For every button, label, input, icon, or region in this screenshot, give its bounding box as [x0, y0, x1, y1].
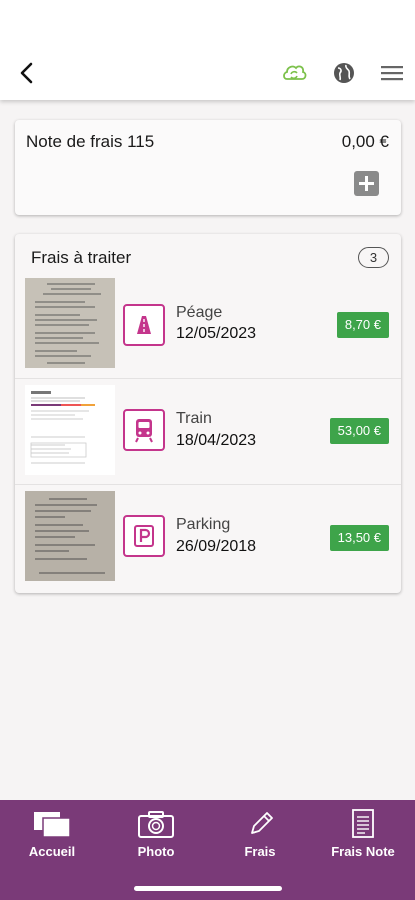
home-indicator[interactable]	[134, 886, 282, 891]
expense-date: 26/09/2018	[176, 538, 257, 555]
receipt-thumbnail[interactable]	[25, 491, 115, 581]
nav-item-frais-note[interactable]: Frais Note	[322, 800, 404, 870]
note-total-amount: 0,00 €	[341, 132, 389, 151]
nav-item-frais[interactable]: Frais	[220, 800, 300, 870]
pencil-icon	[251, 812, 273, 834]
document-icon	[352, 809, 374, 838]
top-app-bar	[0, 0, 415, 100]
nav-item-photo[interactable]: Photo	[115, 800, 197, 870]
add-expense-button[interactable]	[354, 171, 379, 196]
pending-count-badge: 3	[358, 247, 389, 268]
nav-label: Frais Note	[331, 844, 395, 859]
parking-icon	[123, 515, 165, 557]
bottom-navigation: Accueil Photo Frais Frais Note	[0, 800, 415, 900]
expense-category: Parking	[176, 516, 231, 533]
home-cards-icon	[34, 812, 71, 838]
nav-item-accueil[interactable]: Accueil	[11, 800, 93, 870]
expense-category: Train	[176, 410, 212, 427]
chevron-left-icon[interactable]	[14, 60, 40, 86]
expense-row[interactable]: Train 18/04/2023 53,00 €	[15, 378, 401, 484]
expense-date: 12/05/2023	[176, 325, 257, 342]
pending-expenses-card: Frais à traiter 3 Péage 12/05/2023 8,70 …	[15, 234, 401, 593]
expense-note-card[interactable]: Note de frais 115 0,00 €	[15, 120, 401, 215]
receipt-thumbnail[interactable]	[25, 385, 115, 475]
expense-amount-badge: 13,50 €	[329, 525, 389, 551]
highway-icon	[123, 304, 165, 346]
cloud-sync-icon[interactable]	[281, 60, 307, 86]
train-icon	[123, 409, 165, 451]
expense-row[interactable]: Parking 26/09/2018 13,50 €	[15, 484, 401, 590]
pending-section-title: Frais à traiter	[31, 248, 132, 267]
globe-icon[interactable]	[331, 60, 357, 86]
expense-amount-badge: 8,70 €	[336, 312, 389, 338]
hamburger-menu-icon[interactable]	[379, 60, 405, 86]
nav-label: Frais	[244, 844, 276, 859]
expense-amount-badge: 53,00 €	[329, 418, 389, 444]
nav-label: Photo	[137, 844, 175, 859]
expense-date: 18/04/2023	[176, 432, 257, 449]
nav-label: Accueil	[28, 844, 76, 859]
camera-icon	[138, 811, 174, 838]
note-title: Note de frais 115	[26, 132, 155, 151]
expense-row[interactable]: Péage 12/05/2023 8,70 €	[15, 272, 401, 378]
expense-category: Péage	[176, 304, 223, 321]
receipt-thumbnail[interactable]	[25, 278, 115, 368]
